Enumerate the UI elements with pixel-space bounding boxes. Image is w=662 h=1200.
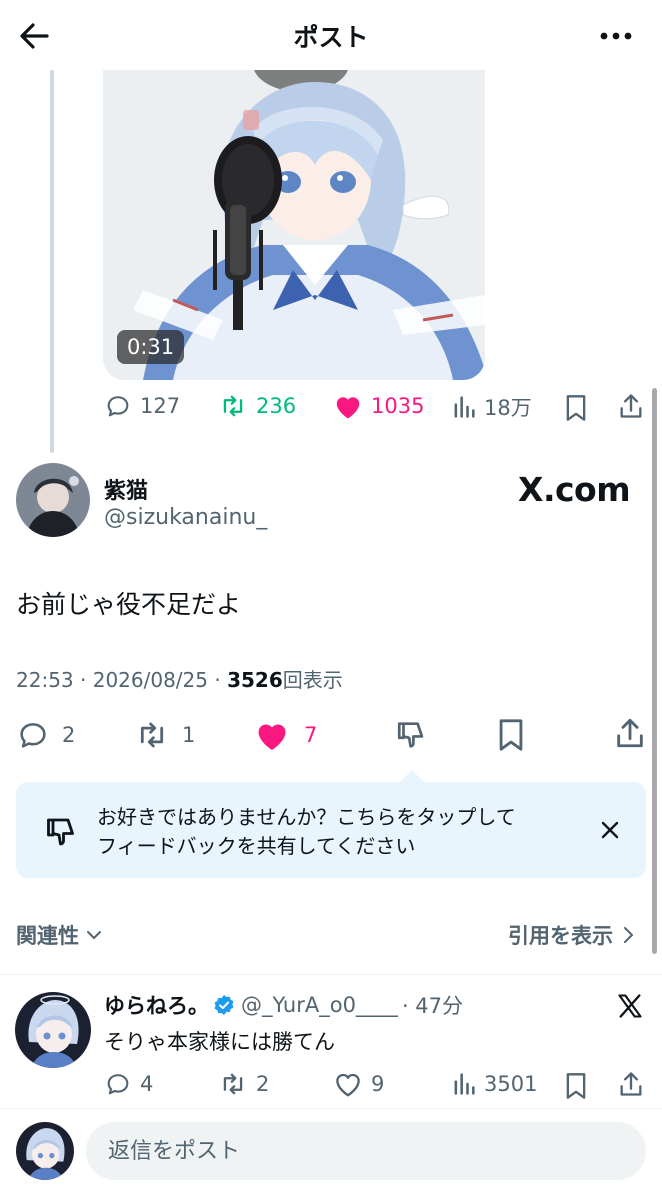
repost-button[interactable]: 1 [134,718,195,752]
repost-count: 1 [182,723,196,747]
share-icon[interactable] [618,1070,644,1098]
reply-time: · 47分 [401,994,464,1018]
feedback-line-1: お好きではありませんか？こちらをタップして [97,805,516,829]
reply-icon [104,392,132,420]
repost-count: 2 [256,1072,270,1096]
like-button[interactable]: 7 [254,718,317,752]
reply-count: 127 [140,394,181,418]
views-button[interactable]: 18万 [452,392,532,422]
separator-dot: · [214,668,221,692]
reply-text: そりゃ本家様には勝てん [104,1030,335,1054]
feedback-message: お好きではありませんか？こちらをタップして フィードバックを共有してください [97,803,577,861]
feedback-line-2: フィードバックを共有してください [97,834,416,858]
chevron-down-icon [85,926,103,944]
author-avatar[interactable] [16,463,90,537]
heart-filled-icon [254,718,290,752]
repost-icon [218,392,248,420]
sort-dropdown[interactable]: 関連性 [16,920,103,950]
bookmark-icon[interactable] [496,718,526,752]
reply-author-handle[interactable]: @_YurA_o0____ [241,993,398,1017]
reply-author-avatar[interactable] [15,992,91,1068]
like-count: 7 [304,723,318,747]
view-quotes-link[interactable]: 引用を表示 [508,920,635,950]
view-quotes-label: 引用を表示 [508,924,613,948]
views-label: 回表示 [282,668,343,692]
dislike-icon[interactable] [395,718,429,752]
bookmark-icon[interactable] [564,1072,588,1100]
reply-author-name[interactable]: ゆらねろ。 [104,990,209,1020]
author-handle[interactable]: @sizukanainu_ [104,505,267,530]
views-count: 18万 [484,396,532,420]
post-time: 22:53 [16,668,74,692]
repost-button[interactable]: 236 [218,392,296,420]
repost-count: 236 [256,394,297,418]
views-count: 3501 [484,1072,538,1096]
post-text: お前じゃ役不足だよ [16,590,242,619]
reply-icon [16,718,50,752]
dislike-icon [44,814,80,850]
section-divider [0,974,662,975]
like-count: 1035 [371,394,425,418]
my-avatar[interactable] [16,1122,74,1180]
views-button[interactable]: 3501 [452,1070,537,1098]
heart-filled-icon [333,392,363,420]
close-icon[interactable] [598,818,622,842]
repost-icon [134,718,170,752]
views-count: 3526 [227,668,283,692]
share-icon[interactable] [618,392,644,420]
reply-icon [104,1070,132,1098]
post-date: 2026/08/25 [92,668,208,692]
views-chart-icon [452,393,476,421]
post-metadata: 22:53 · 2026/08/25 · 3526回表示 [16,664,343,693]
views-chart-icon [452,1070,476,1098]
like-button[interactable]: 9 [333,1070,384,1098]
x-logo-icon[interactable] [616,992,644,1020]
share-icon[interactable] [614,716,646,750]
separator-dot: · [80,668,87,692]
heart-outline-icon [333,1070,363,1098]
like-count: 9 [371,1072,385,1096]
reply-button[interactable]: 4 [104,1070,153,1098]
x-com-logo: X.com [518,470,631,509]
more-options-icon[interactable] [594,16,638,56]
author-name[interactable]: 紫猫 [104,473,148,505]
scrollbar-thumb[interactable] [652,388,657,954]
verified-badge-icon [213,994,235,1016]
thread-connector-line [50,70,54,453]
sort-label: 関連性 [16,924,79,948]
top-nav-bar: ポスト [0,0,662,70]
chevron-right-icon [621,925,635,945]
reply-header: ゆらねろ。 @_YurA_o0____ · 47分 [104,990,463,1020]
bookmark-icon[interactable] [564,394,588,422]
reply-button[interactable]: 127 [104,392,180,420]
reply-count: 2 [62,723,76,747]
repost-button[interactable]: 2 [218,1070,269,1098]
reply-button[interactable]: 2 [16,718,75,752]
reply-input[interactable] [86,1122,646,1180]
repost-icon [218,1070,248,1098]
page-title: ポスト [293,23,369,52]
like-button[interactable]: 1035 [333,392,424,420]
reply-count: 4 [140,1072,154,1096]
video-duration-badge: 0:31 [117,330,185,364]
